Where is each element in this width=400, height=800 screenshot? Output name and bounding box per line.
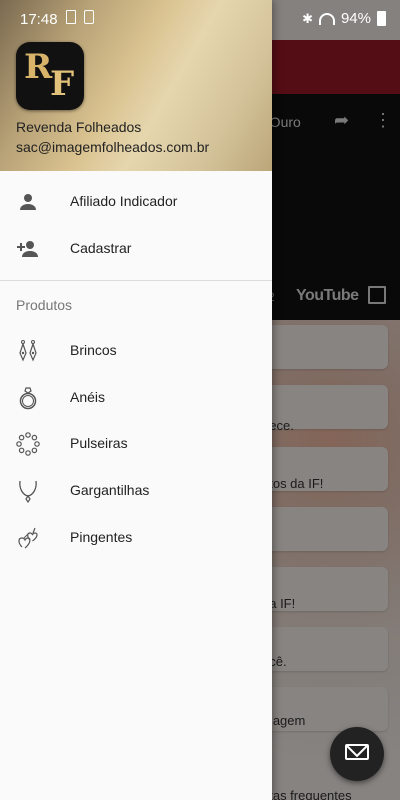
ring-icon <box>19 387 37 410</box>
person-icon <box>20 194 36 210</box>
pendant-icon <box>18 527 38 549</box>
menu-item-pulseiras[interactable]: Pulseiras <box>0 421 272 467</box>
status-time: 17:48 <box>20 11 58 28</box>
menu-item-aneis[interactable]: Anéis <box>0 375 272 421</box>
status-bar: 17:48 ✱ 94% <box>0 0 400 40</box>
menu-item-pingentes[interactable]: Pingentes <box>0 515 272 561</box>
battery-percent: 94% <box>340 10 371 27</box>
menu-item-label: Cadastrar <box>70 240 132 256</box>
notification-icon <box>84 10 94 24</box>
menu-item-cadastrar[interactable]: Cadastrar <box>0 226 272 272</box>
menu-item-label: Afiliado Indicador <box>70 193 178 209</box>
menu-item-label: Pingentes <box>70 529 133 545</box>
wifi-icon <box>318 12 335 25</box>
account-name: Revenda Folheados <box>16 119 142 135</box>
bracelet-icon <box>16 432 40 456</box>
menu-item-afiliado-indicador[interactable]: Afiliado Indicador <box>0 179 272 225</box>
menu-item-label: Brincos <box>70 342 117 358</box>
flashlight-icon <box>66 10 76 24</box>
section-title-produtos: Produtos <box>16 297 73 313</box>
menu-item-gargantilhas[interactable]: Gargantilhas <box>0 468 272 514</box>
account-email: sac@imagemfolheados.com.br <box>16 139 210 155</box>
earrings-icon <box>19 340 37 362</box>
mail-icon <box>345 744 369 760</box>
person-add-icon <box>17 241 38 257</box>
menu-item-label: Gargantilhas <box>70 482 150 498</box>
battery-icon <box>377 11 386 26</box>
menu-item-brincos[interactable]: Brincos <box>0 328 272 374</box>
bluetooth-icon: ✱ <box>302 10 313 26</box>
menu-item-label: Pulseiras <box>70 435 128 451</box>
navigation-drawer: R F Revenda Folheados sac@imagemfolheado… <box>0 0 272 800</box>
necklace-icon <box>19 480 37 503</box>
drawer-divider <box>0 280 272 281</box>
menu-item-label: Anéis <box>70 389 106 405</box>
message-fab-button[interactable] <box>330 727 384 781</box>
logo-letter-f: F <box>50 64 75 104</box>
logo-letter-r: R <box>24 47 53 87</box>
app-logo: R F <box>16 42 84 110</box>
